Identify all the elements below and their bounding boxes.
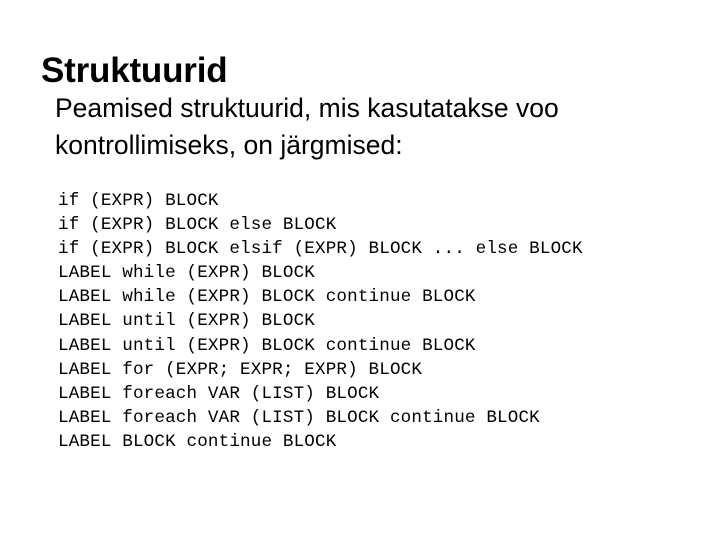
- code-line: LABEL while (EXPR) BLOCK continue BLOCK: [58, 287, 476, 308]
- code-line: LABEL until (EXPR) BLOCK continue BLOCK: [58, 335, 476, 356]
- code-line: LABEL until (EXPR) BLOCK: [58, 311, 315, 332]
- intro-paragraph-line: Peamised struktuurid, mis kasutatakse vo…: [55, 93, 559, 123]
- code-line: LABEL while (EXPR) BLOCK: [58, 263, 315, 284]
- code-line: LABEL for (EXPR; EXPR; EXPR) BLOCK: [58, 359, 423, 380]
- code-line: LABEL BLOCK continue BLOCK: [58, 431, 337, 452]
- code-listing: if (EXPR) BLOCK if (EXPR) BLOCK else BLO…: [58, 189, 698, 454]
- code-line: LABEL foreach VAR (LIST) BLOCK: [58, 383, 380, 404]
- page-title: Struktuurid: [41, 51, 228, 91]
- code-line: if (EXPR) BLOCK else BLOCK: [58, 215, 337, 236]
- slide: Struktuurid Peamised struktuurid, mis ka…: [0, 0, 720, 540]
- code-line: if (EXPR) BLOCK: [58, 191, 219, 211]
- code-line: LABEL foreach VAR (LIST) BLOCK continue …: [58, 407, 540, 428]
- intro-paragraph: Peamised struktuurid, mis kasutatakse vo…: [55, 90, 680, 164]
- code-line: if (EXPR) BLOCK elsif (EXPR) BLOCK ... e…: [58, 239, 583, 260]
- intro-paragraph-line: kontrollimiseks, on järgmised:: [55, 130, 403, 160]
